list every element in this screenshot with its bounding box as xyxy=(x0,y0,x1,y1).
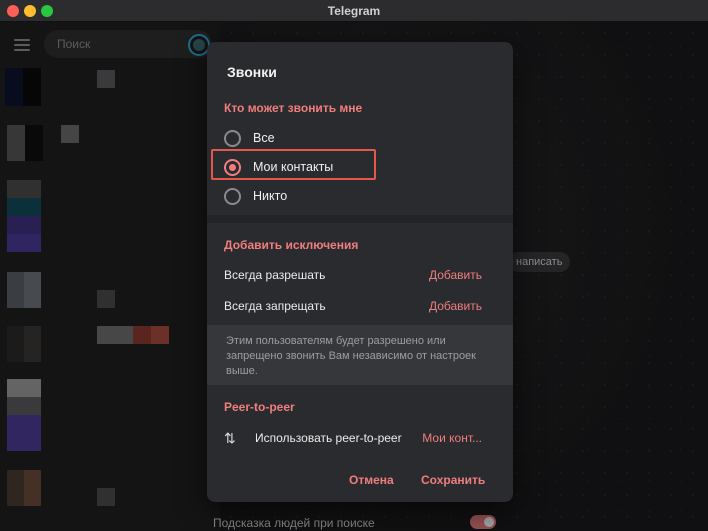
always-allow-row[interactable]: Всегда разрешать Добавить xyxy=(224,265,482,285)
radio-label: Никто xyxy=(253,189,288,203)
zoom-window-button[interactable] xyxy=(41,5,53,17)
radio-label: Все xyxy=(253,131,275,145)
exceptions-note: Этим пользователям будет разрешено или з… xyxy=(207,325,513,385)
close-window-button[interactable] xyxy=(7,5,19,17)
cancel-button[interactable]: Отмена xyxy=(349,473,394,487)
exceptions-heading: Добавить исключения xyxy=(224,238,359,252)
dialog-title: Звонки xyxy=(227,64,277,80)
always-deny-add-button[interactable]: Добавить xyxy=(429,299,482,313)
p2p-label: Использовать peer-to-peer xyxy=(255,431,402,445)
radio-button[interactable] xyxy=(224,129,241,147)
minimize-window-button[interactable] xyxy=(24,5,36,17)
calls-settings-dialog: Звонки Кто может звонить мне Все Мои кон… xyxy=(207,42,513,502)
p2p-value[interactable]: Мои конт... xyxy=(422,431,482,445)
window-title: Telegram xyxy=(327,3,381,18)
swap-arrows-icon: ⇅ xyxy=(224,430,236,446)
p2p-row[interactable]: ⇅ Использовать peer-to-peer Мои конт... xyxy=(224,428,482,448)
section-divider xyxy=(207,215,513,223)
title-bar: Telegram xyxy=(0,0,708,22)
who-can-call-heading: Кто может звонить мне xyxy=(224,101,363,115)
always-allow-label: Всегда разрешать xyxy=(224,268,326,282)
always-deny-row[interactable]: Всегда запрещать Добавить xyxy=(224,296,482,316)
always-deny-label: Всегда запрещать xyxy=(224,299,326,313)
selection-highlight-box xyxy=(211,149,376,180)
save-button[interactable]: Сохранить xyxy=(421,473,485,487)
always-allow-add-button[interactable]: Добавить xyxy=(429,268,482,282)
radio-button[interactable] xyxy=(224,187,241,205)
p2p-heading: Peer-to-peer xyxy=(224,400,295,414)
telegram-window: Telegram Поиск написать Подсказка людей … xyxy=(0,0,708,531)
radio-option-nobody[interactable]: Никто xyxy=(224,184,287,208)
radio-option-everyone[interactable]: Все xyxy=(224,126,275,150)
